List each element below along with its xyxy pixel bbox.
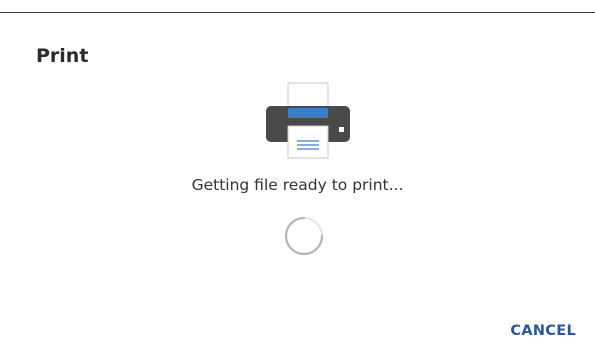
printer-icon [266, 82, 350, 159]
dialog-title: Print [36, 45, 89, 67]
cancel-button[interactable]: CANCEL [510, 321, 576, 341]
status-message: Getting file ready to print... [191, 176, 404, 194]
top-divider [0, 12, 595, 13]
loading-spinner-icon [284, 216, 324, 256]
print-dialog: Print Getting file ready to print... CAN… [0, 0, 595, 342]
